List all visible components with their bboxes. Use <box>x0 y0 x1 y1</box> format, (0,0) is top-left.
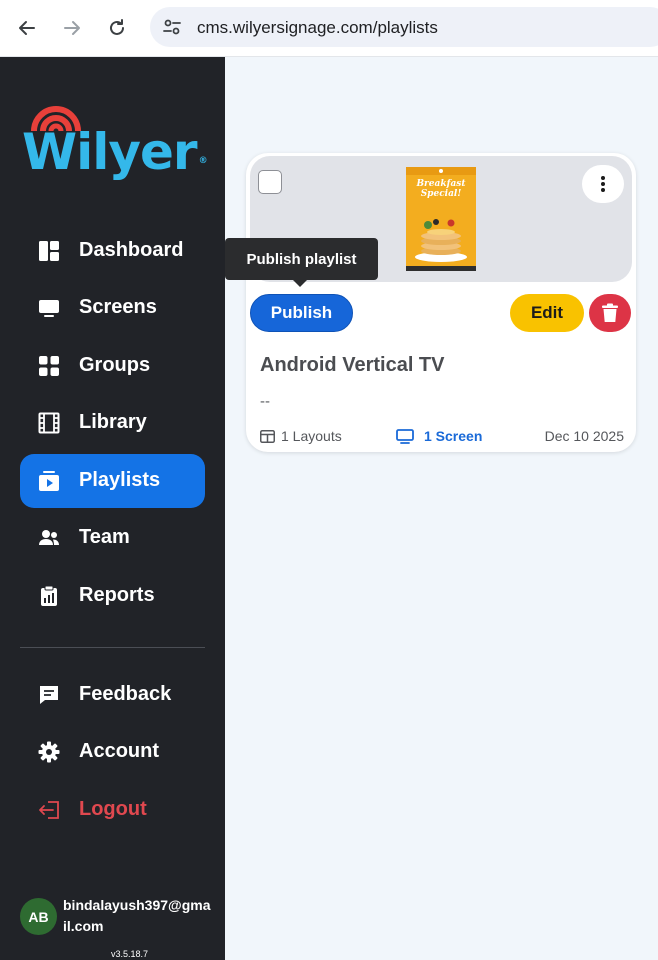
sidebar-item-label: Team <box>79 526 130 548</box>
sidebar-item-logout[interactable]: Logout <box>20 783 205 837</box>
clipboard-icon <box>38 585 60 607</box>
sidebar-item-reports[interactable]: Reports <box>20 569 205 623</box>
playlist-thumbnail: Breakfast Special! <box>406 167 476 271</box>
sidebar-item-label: Account <box>79 740 159 762</box>
sidebar-item-library[interactable]: Library <box>20 396 205 450</box>
browser-toolbar: cms.wilyersignage.com/playlists <box>0 0 658 57</box>
screen-count-link[interactable]: 1 Screen <box>396 428 482 444</box>
logo-text: Wilyer <box>22 123 198 181</box>
playlist-meta: 1 Layouts 1 Screen Dec 10 2025 <box>260 428 624 446</box>
sidebar-item-label: Dashboard <box>79 239 184 261</box>
screen-count-text: 1 Screen <box>424 428 483 444</box>
sidebar-item-label: Feedback <box>79 683 172 705</box>
sidebar-item-label: Playlists <box>79 469 161 491</box>
delete-button[interactable] <box>589 294 631 332</box>
playlist-card[interactable]: Breakfast Special! Publish Edit Android … <box>246 153 636 452</box>
app-version: v3.5.18.7 <box>111 949 149 959</box>
logout-icon <box>38 799 60 821</box>
sidebar-item-groups[interactable]: Groups <box>20 339 205 393</box>
feedback-icon <box>38 684 60 706</box>
reload-icon <box>110 19 124 35</box>
user-profile[interactable]: AB bindalayush397@gmail.com v3.5.18.7 <box>20 893 220 959</box>
kebab-menu-icon <box>601 176 605 192</box>
registered-mark: ® <box>198 156 208 166</box>
arrow-right-icon <box>64 21 80 35</box>
edit-button[interactable]: Edit <box>510 294 584 332</box>
publish-button[interactable]: Publish <box>250 294 353 332</box>
sidebar-item-label: Library <box>79 411 147 433</box>
team-icon <box>38 527 60 549</box>
layout-count: 1 Layouts <box>260 428 342 444</box>
address-bar[interactable]: cms.wilyersignage.com/playlists <box>150 7 658 47</box>
trash-icon <box>602 303 618 322</box>
sidebar-item-feedback[interactable]: Feedback <box>20 668 205 722</box>
sidebar-divider <box>20 647 205 648</box>
forward-button[interactable] <box>56 12 88 44</box>
user-email: bindalayush397@gmail.com <box>63 897 211 934</box>
layout-count-text: 1 Layouts <box>281 428 342 444</box>
monitor-icon <box>396 428 414 444</box>
sidebar-item-label: Groups <box>79 354 151 376</box>
playlist-description: -- <box>260 393 270 410</box>
select-checkbox[interactable] <box>258 170 282 194</box>
publish-tooltip: Publish playlist <box>225 238 378 280</box>
url-text: cms.wilyersignage.com/playlists <box>197 18 438 37</box>
layout-icon <box>260 429 275 443</box>
sidebar: Wilyer ® Dashboard Screens Groups Library… <box>0 57 225 960</box>
sidebar-item-label: Screens <box>79 296 157 318</box>
film-icon <box>38 412 60 434</box>
more-options-button[interactable] <box>582 165 624 203</box>
dashboard-icon <box>38 240 60 262</box>
site-settings-icon[interactable] <box>160 15 184 39</box>
poster-title: Breakfast Special! <box>416 179 466 199</box>
monitor-icon <box>38 297 60 319</box>
reload-button[interactable] <box>101 12 133 44</box>
sidebar-item-team[interactable]: Team <box>20 511 205 565</box>
playlist-icon <box>38 470 60 492</box>
tooltip-arrow <box>293 280 307 287</box>
sidebar-item-account[interactable]: Account <box>20 725 205 779</box>
gear-icon <box>38 741 60 763</box>
playlist-date: Dec 10 2025 <box>544 428 624 444</box>
avatar: AB <box>20 898 57 935</box>
sidebar-item-screens[interactable]: Screens <box>20 281 205 335</box>
sidebar-item-playlists[interactable]: Playlists <box>20 454 205 508</box>
playlist-title: Android Vertical TV <box>260 354 445 376</box>
sidebar-item-label: Reports <box>79 584 155 606</box>
sidebar-item-dashboard[interactable]: Dashboard <box>20 224 205 278</box>
back-button[interactable] <box>11 12 43 44</box>
sidebar-item-label: Logout <box>79 798 147 820</box>
wilyer-logo: Wilyer ® <box>22 97 212 187</box>
grid-icon <box>38 355 60 377</box>
arrow-left-icon <box>19 21 35 35</box>
